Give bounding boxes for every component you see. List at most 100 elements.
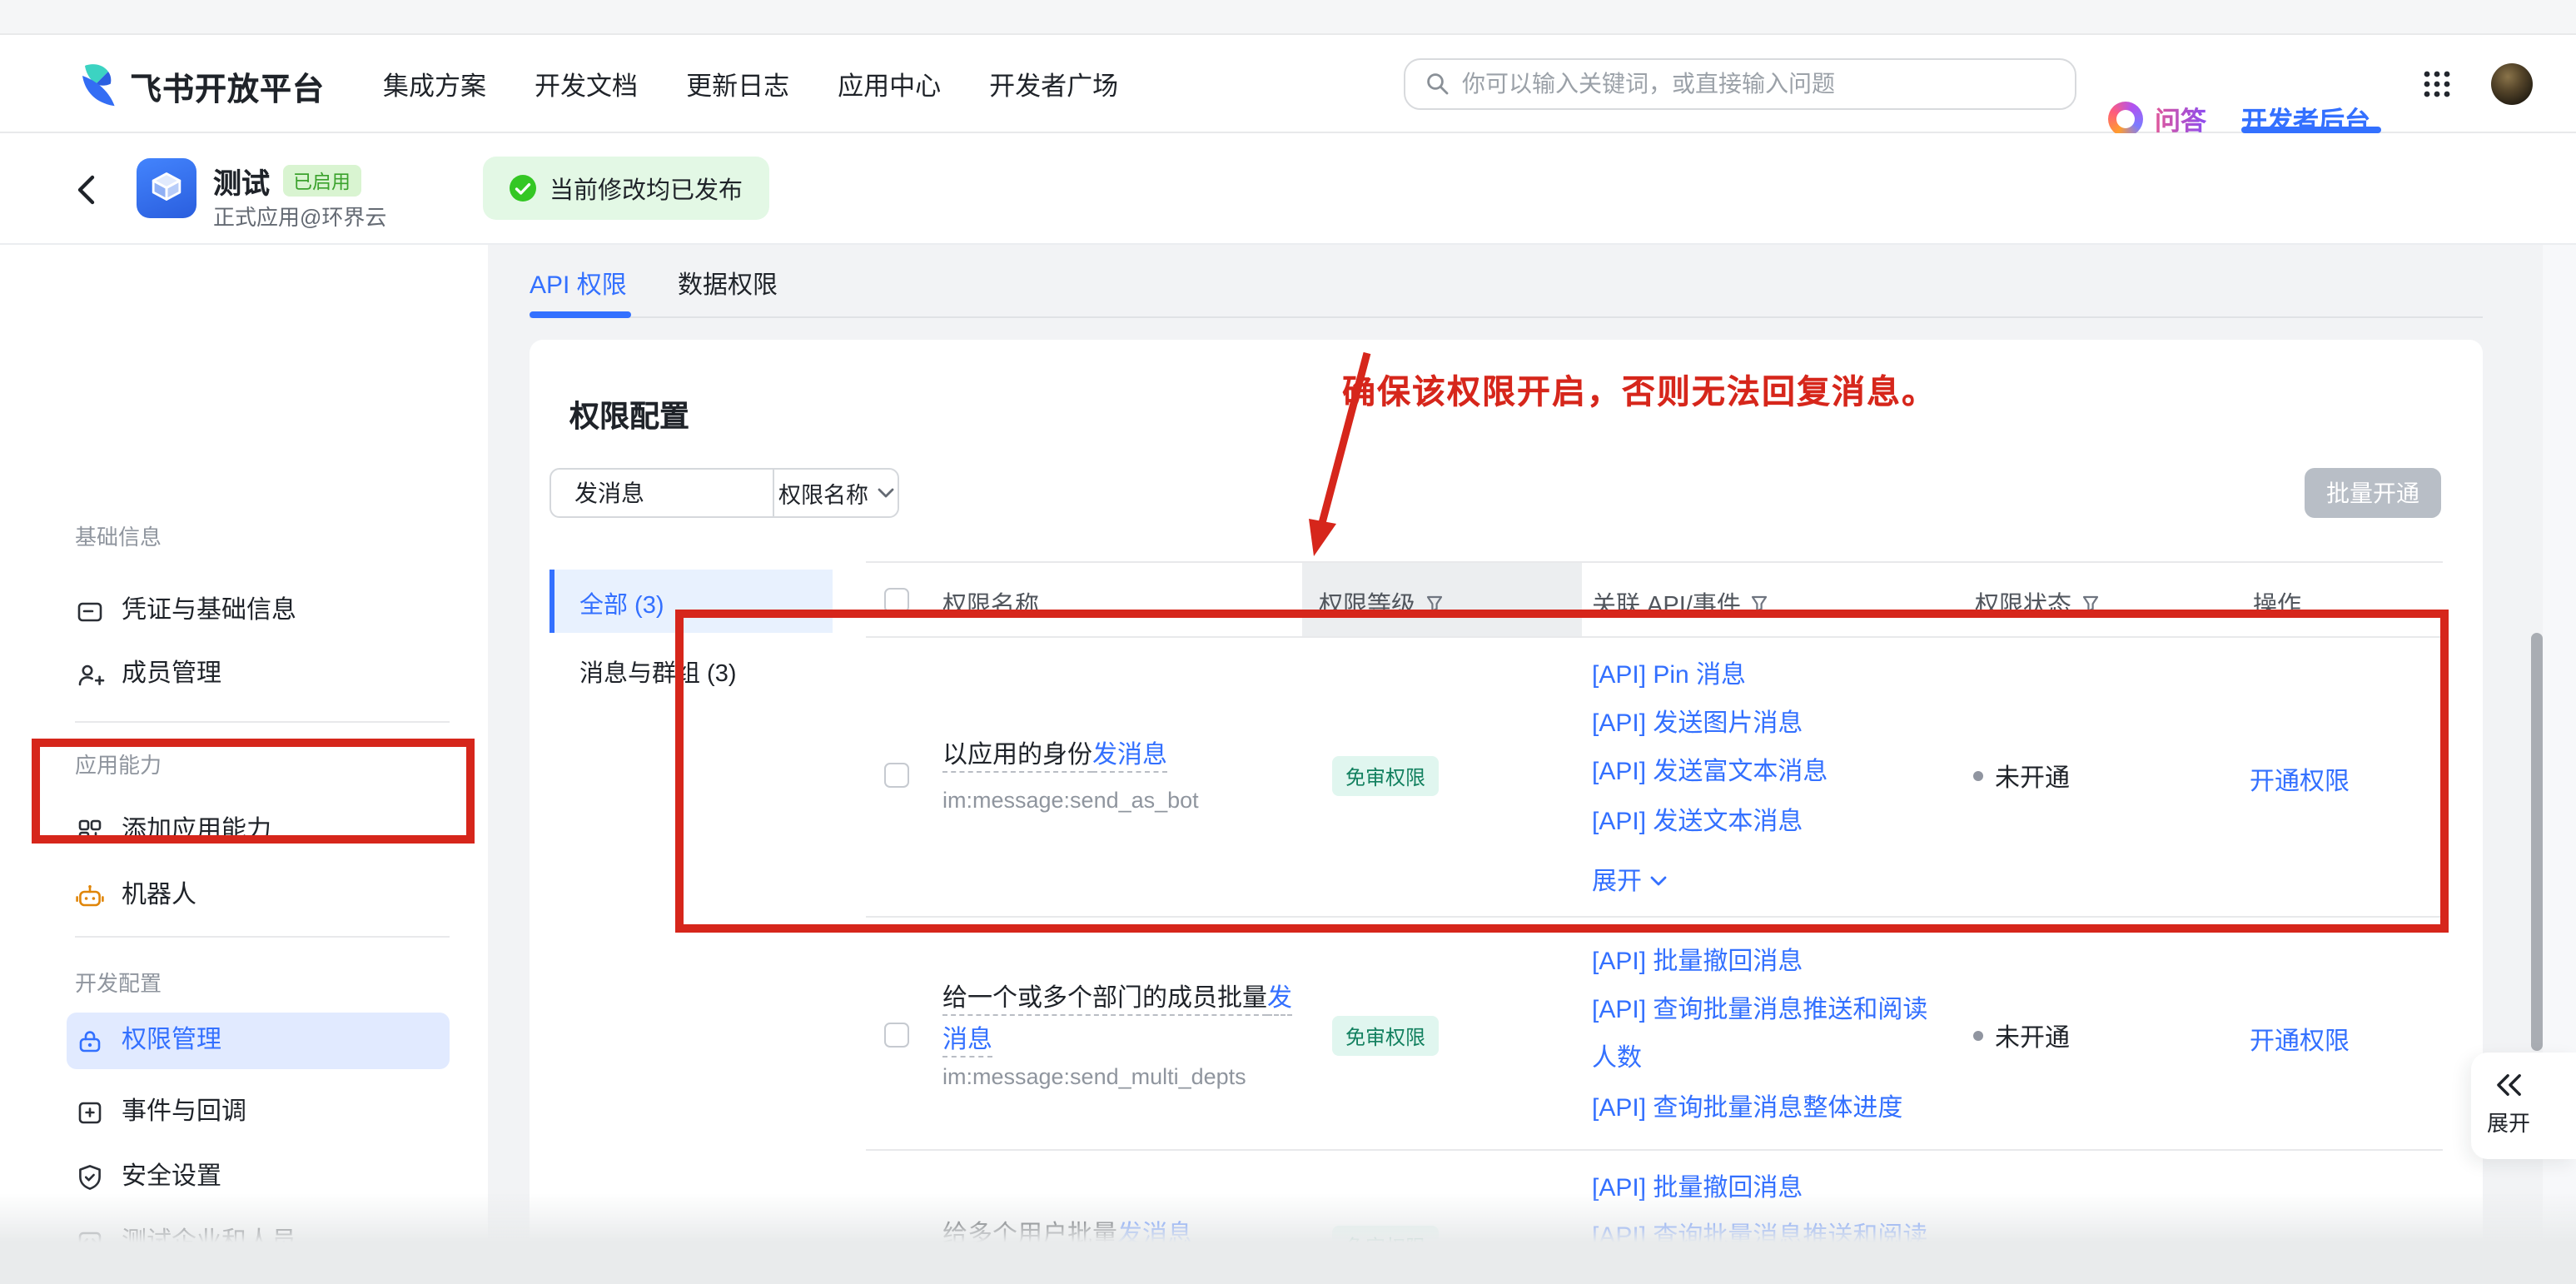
check-circle-icon xyxy=(510,175,536,202)
top-nav: 飞书开放平台 集成方案 开发文档 更新日志 应用中心 开发者广场 问答 开发者后… xyxy=(0,34,2576,133)
sidebar-item-security[interactable]: 安全设置 xyxy=(75,1159,221,1196)
sidebar-item-members[interactable]: 成员管理 xyxy=(75,656,221,693)
app-name: 测试 xyxy=(213,160,270,202)
filter-active-bar xyxy=(550,570,554,633)
api-link-list: [API] 批量撤回消息 [API] 查询批量消息推送和阅读人数 [API] 查… xyxy=(1592,938,1945,1132)
api-link[interactable]: [API] 查询批量消息推送和阅读人数 xyxy=(1592,986,1945,1083)
shield-check-icon xyxy=(75,1162,105,1192)
sidebar-section-capabilities: 应用能力 xyxy=(75,753,162,779)
app-cube-icon xyxy=(137,158,196,218)
tab-data-permissions[interactable]: 数据权限 xyxy=(678,266,778,301)
sidebar-item-label: 成员管理 xyxy=(122,656,221,693)
bottom-strip xyxy=(0,1242,2576,1284)
funnel-icon[interactable] xyxy=(2081,595,2100,613)
search-input[interactable] xyxy=(1462,70,2055,97)
qa-label: 问答 xyxy=(2155,101,2206,137)
filter-message-group[interactable]: 消息与群组 (3) xyxy=(579,654,737,689)
funnel-icon[interactable] xyxy=(1425,595,1444,613)
nav-item-dev-plaza[interactable]: 开发者广场 xyxy=(989,66,1118,102)
back-icon[interactable] xyxy=(73,173,98,207)
active-tab-indicator xyxy=(530,311,631,317)
double-chevron-left-icon xyxy=(2494,1072,2524,1097)
sidebar-item-label: 安全设置 xyxy=(122,1159,221,1196)
funnel-icon[interactable] xyxy=(1751,595,1769,613)
global-search-box[interactable] xyxy=(1404,57,2076,109)
api-link[interactable]: [API] 发送文本消息 xyxy=(1592,797,1945,845)
member-add-icon xyxy=(75,659,105,689)
apps-grid-icon[interactable] xyxy=(2423,69,2451,97)
batch-approve-button[interactable]: 批量开通 xyxy=(2305,468,2441,518)
feishu-open-platform-console: 飞书开放平台 集成方案 开发文档 更新日志 应用中心 开发者广场 问答 开发者后… xyxy=(0,0,2576,1284)
sidebar-item-label: 添加应用能力 xyxy=(122,813,271,849)
expand-panel-label: 展开 xyxy=(2487,1106,2530,1137)
open-permission-link[interactable]: 开通权限 xyxy=(2250,763,2350,798)
sidebar-section-dev-config: 开发配置 xyxy=(75,971,162,998)
permission-name-link[interactable]: 以应用的身份发消息 xyxy=(942,741,1167,769)
tab-api-permissions[interactable]: API 权限 xyxy=(530,266,627,301)
qa-ring-icon xyxy=(2108,102,2143,137)
bottom-fade xyxy=(0,1192,2576,1242)
sidebar-item-label: 机器人 xyxy=(122,878,196,914)
level-badge: 免审权限 xyxy=(1332,756,1439,796)
api-link[interactable]: [API] 发送富文本消息 xyxy=(1592,749,1945,797)
api-link-list: [API] Pin 消息 [API] 发送图片消息 [API] 发送富文本消息 … xyxy=(1592,651,1945,846)
nav-item-app-center[interactable]: 应用中心 xyxy=(838,66,941,102)
publish-status-pill: 当前修改均已发布 xyxy=(483,157,769,220)
active-nav-indicator xyxy=(2241,127,2381,133)
sidebar-item-bot[interactable]: 机器人 xyxy=(75,878,196,914)
sidebar-divider xyxy=(75,936,450,938)
sidebar-item-permissions[interactable]: 权限管理 xyxy=(75,1023,221,1059)
permission-code: im:message:send_multi_depts xyxy=(942,1064,1246,1091)
sidebar: 基础信息 凭证与基础信息 成员管理 应用能力 添加应用能力 机器人 xyxy=(0,245,488,1284)
expand-sidebar-panel[interactable]: 展开 xyxy=(2471,1052,2576,1158)
user-avatar[interactable] xyxy=(2491,62,2533,104)
enabled-badge: 已启用 xyxy=(283,165,361,197)
nav-item-solutions[interactable]: 集成方案 xyxy=(383,66,486,102)
qa-entry[interactable]: 问答 xyxy=(2108,101,2206,137)
status-dot xyxy=(1973,1031,1983,1041)
sidebar-item-add-capability[interactable]: 添加应用能力 xyxy=(75,813,271,849)
sidebar-item-label: 凭证与基础信息 xyxy=(122,593,296,630)
open-permission-link[interactable]: 开通权限 xyxy=(2250,1023,2350,1058)
api-link[interactable]: [API] 查询批量消息整体进度 xyxy=(1592,1083,1945,1132)
app-header-bar: 测试 已启用 正式应用@环界云 当前修改均已发布 xyxy=(0,133,2576,245)
status-dot xyxy=(1973,771,1983,781)
api-link[interactable]: [API] 发送图片消息 xyxy=(1592,699,1945,748)
header-bottom-border xyxy=(866,636,2443,638)
filter-all[interactable]: 全部 (3) xyxy=(550,570,833,633)
brand-title: 飞书开放平台 xyxy=(130,64,325,109)
permission-search-input[interactable] xyxy=(551,480,773,506)
nav-item-docs[interactable]: 开发文档 xyxy=(535,66,638,102)
nav-item-changelog[interactable]: 更新日志 xyxy=(686,66,789,102)
header-related-apis: 关联 API/事件 xyxy=(1592,586,1769,621)
api-link[interactable]: [API] Pin 消息 xyxy=(1592,651,1945,699)
api-link[interactable]: [API] 批量撤回消息 xyxy=(1592,938,1945,986)
select-all-checkbox[interactable] xyxy=(884,587,909,612)
permission-search-group: 权限名称 xyxy=(550,468,899,518)
window-top-strip xyxy=(0,0,2576,34)
row-checkbox[interactable] xyxy=(884,763,909,788)
expand-apis-link[interactable]: 展开 xyxy=(1592,863,1667,898)
row-divider xyxy=(866,916,2443,918)
permission-code: im:message:send_as_bot xyxy=(942,788,1199,814)
add-capability-icon xyxy=(75,816,105,846)
sidebar-item-label: 事件与回调 xyxy=(122,1094,246,1131)
event-callback-icon xyxy=(75,1097,105,1127)
status-cell: 未开通 xyxy=(1973,763,2070,789)
sidebar-item-label: 权限管理 xyxy=(122,1023,221,1059)
vertical-scrollbar[interactable] xyxy=(2531,633,2542,1051)
app-subtitle: 正式应用@环界云 xyxy=(213,200,386,231)
row-checkbox[interactable] xyxy=(884,1022,909,1047)
card-title: 权限配置 xyxy=(569,393,689,436)
search-field-select[interactable]: 权限名称 xyxy=(774,476,898,510)
credential-icon xyxy=(75,596,105,626)
sidebar-divider xyxy=(75,721,450,723)
permission-name-link[interactable]: 给一个或多个部门的成员批量发消息 xyxy=(942,979,1300,1061)
sidebar-item-events[interactable]: 事件与回调 xyxy=(75,1094,246,1131)
search-icon xyxy=(1425,72,1449,95)
sidebar-item-credentials[interactable]: 凭证与基础信息 xyxy=(75,593,296,630)
annotation-text: 确保该权限开启，否则无法回复消息。 xyxy=(1342,365,1937,413)
lock-icon xyxy=(75,1026,105,1056)
table-top-border xyxy=(866,561,2443,563)
feishu-logo-icon[interactable] xyxy=(77,61,120,107)
